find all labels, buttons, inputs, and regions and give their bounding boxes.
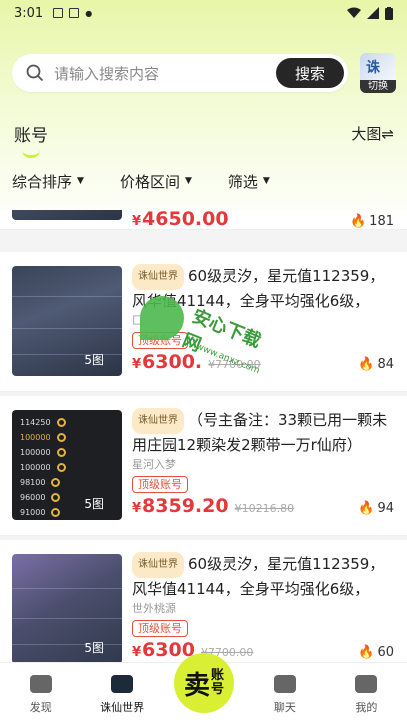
listing-description: 诛仙世界60级灵汐，星元值112359，风华值41144，全身平均强化6级，筑.… — [132, 264, 394, 308]
listing-list: ¥4650.00 🔥 181 5图 诛仙世界 60级灵汐，星元值112359，风华值… — [0, 210, 407, 662]
game-tag: 诛仙世界 — [132, 552, 184, 578]
listing-card[interactable]: 114250 100000 100000 100000 98100 96000 … — [0, 396, 407, 536]
dot-icon: ● — [85, 8, 93, 18]
nav-mine-label: 我的 — [355, 701, 378, 714]
filter-icon: ▼ — [262, 176, 270, 186]
image-count: 5图 — [84, 497, 104, 511]
gamepad-icon — [111, 675, 134, 693]
game-logo-icon: 诛 — [366, 60, 380, 76]
listing-thumbnail: 5图 — [12, 554, 122, 662]
original-price: ¥7700.00 — [208, 358, 261, 371]
listing-thumbnail: 114250 100000 100000 100000 98100 96000 … — [12, 410, 122, 520]
listing-card[interactable]: 5图 诛仙世界 60级灵汐，星元值112359，风华值41144，全身平均强化6级… — [0, 540, 407, 662]
home-icon — [29, 675, 52, 693]
caret-down-icon: ▼ — [77, 176, 84, 186]
seller-name: 星河入梦 — [132, 458, 176, 471]
switch-label: 切换 — [360, 80, 396, 93]
premium-badge: 顶级账号 — [132, 476, 188, 493]
flame-icon: 🔥 — [358, 357, 375, 372]
premium-badge: 顶级账号 — [132, 332, 188, 349]
premium-badge: 顶级账号 — [132, 620, 188, 637]
flame-icon: 🔥 — [358, 501, 375, 516]
switch-game-button[interactable]: 诛 切换 — [360, 53, 396, 93]
nav-discover-label: 发现 — [29, 701, 52, 714]
nav-zhuxian[interactable]: 诛仙世界 — [81, 663, 162, 725]
listing-thumbnail — [12, 210, 122, 220]
battery-icon — [385, 6, 393, 20]
tab-account[interactable]: 账号 — [14, 121, 48, 146]
price-range-dropdown[interactable]: 价格区间 ▼ — [120, 171, 192, 192]
notification-icon — [53, 8, 64, 18]
price-range-label: 价格区间 — [119, 172, 180, 191]
image-count: 5图 — [84, 641, 104, 655]
caret-down-icon: ▼ — [184, 176, 192, 186]
nav-mine[interactable]: 我的 — [326, 663, 407, 725]
signal-icon — [367, 7, 379, 19]
bottom-nav: 发现 诛仙世界 聊天 我的 卖 账号 — [0, 653, 407, 725]
seller-name: 世外桃源 — [132, 602, 176, 615]
game-tag: 诛仙世界 — [132, 264, 184, 290]
wifi-icon — [347, 7, 361, 18]
status-time: 3:01 — [14, 5, 44, 21]
notification-icon-2 — [69, 8, 80, 18]
seller-name: 匚 — [132, 314, 143, 327]
listing-thumbnail: 5图 — [12, 266, 122, 376]
view-toggle-button[interactable]: 大图⇌ — [351, 123, 394, 144]
search-icon — [26, 64, 44, 82]
nav-chat[interactable]: 聊天 — [244, 663, 325, 725]
listing-card[interactable]: 5图 诛仙世界 60级灵汐，星元值112359，风华值41144，全身平均强化6级… — [0, 252, 407, 392]
image-count: 5图 — [84, 353, 104, 367]
flame-icon: 🔥 — [358, 645, 375, 660]
sell-account-button[interactable]: 卖 账号 — [174, 653, 234, 713]
filter-row: 综合排序 ▼ 价格区间 ▼ 筛选 ▼ — [12, 168, 396, 194]
original-price: ¥10216.80 — [234, 502, 295, 515]
search-placeholder: 请输入搜索内容 — [54, 64, 160, 83]
filter-button[interactable]: 筛选 ▼ — [228, 171, 270, 192]
sort-dropdown[interactable]: 综合排序 ▼ — [12, 171, 84, 192]
listing-description: 诛仙世界（号主备注：33颗已用一颗未用庄园12颗染发2颗带一万r仙府）60... — [132, 408, 394, 452]
heat-count: 🔥 84 — [358, 357, 394, 372]
heat-count: 🔥 94 — [358, 501, 394, 516]
user-icon — [355, 675, 378, 693]
search-input[interactable]: 请输入搜索内容 搜索 — [12, 54, 348, 92]
listing-card[interactable]: ¥4650.00 🔥 181 — [0, 210, 407, 230]
heat-count: 🔥 60 — [358, 645, 394, 660]
header-background — [0, 0, 407, 230]
listing-description: 诛仙世界60级灵汐，星元值112359，风华值41144，全身平均强化6级，筑.… — [132, 552, 394, 596]
listing-price: ¥4650.00 — [132, 210, 229, 230]
search-button[interactable]: 搜索 — [276, 58, 344, 88]
game-tag: 诛仙世界 — [132, 408, 184, 434]
nav-discover[interactable]: 发现 — [0, 663, 81, 725]
listing-price: ¥6300. — [132, 351, 203, 373]
heat-count: 🔥 181 — [349, 214, 394, 229]
nav-chat-label: 聊天 — [273, 701, 296, 714]
chat-icon — [273, 675, 296, 693]
sort-label: 综合排序 — [12, 172, 73, 191]
flame-icon: 🔥 — [349, 214, 367, 229]
filter-label: 筛选 — [227, 172, 258, 191]
search-row: 请输入搜索内容 搜索 诛 切换 — [12, 53, 396, 93]
tab-row: 账号 大图⇌ — [14, 118, 394, 148]
status-bar: 3:01 ● — [0, 0, 407, 26]
nav-zhuxian-label: 诛仙世界 — [100, 701, 145, 714]
listing-price: ¥8359.20 — [132, 495, 229, 517]
